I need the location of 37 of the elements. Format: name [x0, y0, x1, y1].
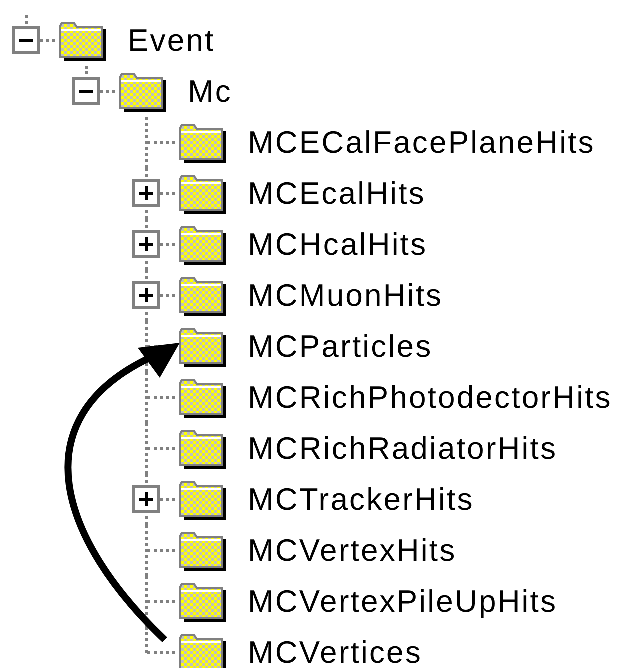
tree-item-label[interactable]: MCVertexHits — [248, 532, 457, 568]
expand-button[interactable] — [132, 281, 160, 309]
expand-button[interactable] — [132, 179, 160, 207]
folder-icon — [58, 20, 106, 60]
folder-icon — [118, 72, 166, 112]
tree-item-label[interactable]: Mc — [188, 74, 233, 110]
tree-item-label[interactable]: MCHcalHits — [248, 226, 428, 262]
tree-item-label[interactable]: MCTrackerHits — [248, 482, 474, 518]
tree-item-label[interactable]: MCVertexPileUpHits — [248, 584, 558, 620]
folder-icon — [178, 276, 226, 316]
folder-icon — [178, 378, 226, 418]
tree-item-label[interactable]: MCMuonHits — [248, 278, 444, 314]
tree-row[interactable]: MCVertices — [0, 627, 618, 668]
tree-item-label[interactable]: MCRichPhotodectorHits — [248, 380, 612, 416]
tree-item-label[interactable]: Event — [128, 22, 216, 58]
folder-icon — [178, 428, 226, 468]
expand-button[interactable] — [132, 485, 160, 513]
tree-row[interactable]: MCVertexPileUpHits — [0, 576, 618, 627]
tree-item-label[interactable]: MCRichRadiatorHits — [248, 430, 558, 466]
folder-icon — [178, 174, 226, 214]
folder-icon — [178, 530, 226, 570]
tree-item-label[interactable]: MCParticles — [248, 328, 433, 364]
tree-item-label[interactable]: MCECalFacePlaneHits — [248, 124, 596, 160]
tree-item-label[interactable]: MCVertices — [248, 634, 422, 668]
collapse-button[interactable] — [12, 26, 40, 54]
tree-item-label[interactable]: MCEcalHits — [248, 176, 426, 212]
folder-icon — [178, 326, 226, 366]
tree-row[interactable]: MCRichPhotodectorHits — [0, 372, 618, 423]
collapse-button[interactable] — [72, 77, 100, 105]
expand-button[interactable] — [132, 230, 160, 258]
folder-icon — [178, 480, 226, 520]
folder-icon — [178, 582, 226, 622]
tree-row[interactable]: MCRichRadiatorHits — [0, 423, 618, 474]
folder-icon — [178, 122, 226, 162]
tree-row[interactable]: MCVertexHits — [0, 525, 618, 576]
folder-icon — [178, 224, 226, 264]
tree-row[interactable]: MCECalFacePlaneHits — [0, 117, 618, 168]
